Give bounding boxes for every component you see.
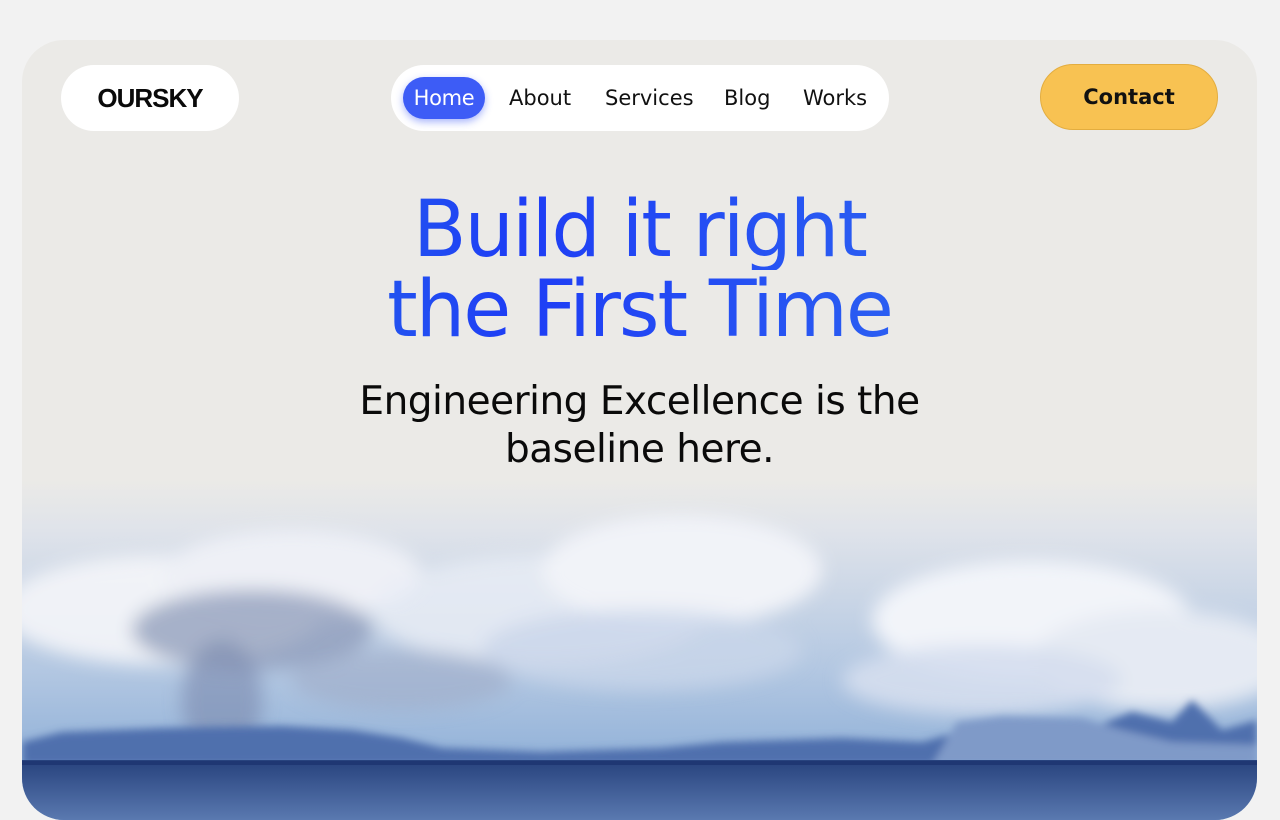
nav-item-blog[interactable]: Blog (724, 77, 770, 119)
hero-subtitle-line-1: Engineering Excellence is the (359, 379, 920, 424)
main-nav: Home About Services Blog Works (391, 65, 889, 131)
hero-title-line-1: Build it right (22, 190, 1257, 270)
hero-landscape-image (22, 480, 1257, 820)
nav-item-services[interactable]: Services (605, 77, 694, 119)
nav-item-about[interactable]: About (509, 77, 571, 119)
nav-item-home[interactable]: Home (403, 77, 485, 119)
hero-subtitle: Engineering Excellence is the baseline h… (22, 378, 1257, 474)
logo[interactable]: OURSKY (61, 65, 239, 131)
hero-card: OURSKY Home About Services Blog Works Co… (22, 40, 1257, 820)
hero-subtitle-line-2: baseline here. (504, 427, 775, 472)
hero-title: Build it right the First Time (22, 190, 1257, 350)
nav-item-works[interactable]: Works (803, 77, 867, 119)
contact-button[interactable]: Contact (1040, 64, 1218, 130)
logo-text: OURSKY (97, 82, 203, 113)
hero-title-line-2: the First Time (22, 270, 1257, 350)
